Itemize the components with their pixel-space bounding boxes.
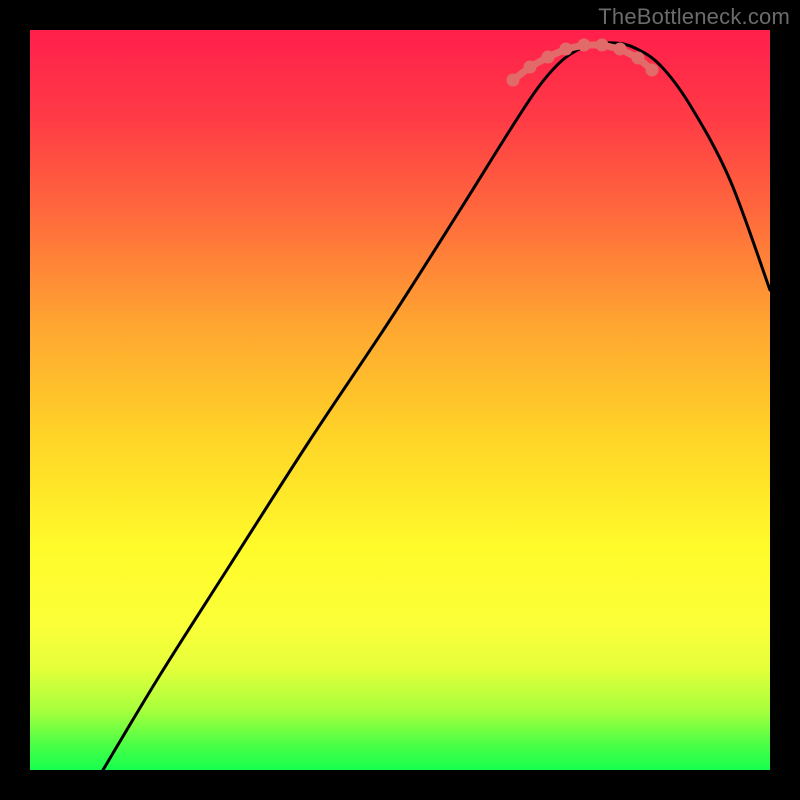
chart-frame: TheBottleneck.com — [0, 0, 800, 800]
bottleneck-curve — [103, 43, 770, 770]
curve-layer — [30, 30, 770, 770]
optimal-range-dot — [646, 64, 659, 77]
optimal-range-dot — [542, 51, 555, 64]
plot-area — [30, 30, 770, 770]
optimal-range-dot — [632, 52, 645, 65]
optimal-range-dot — [578, 39, 591, 52]
optimal-range-dot — [596, 39, 609, 52]
optimal-range-dot — [614, 43, 627, 56]
watermark-text: TheBottleneck.com — [598, 4, 790, 30]
optimal-range-dot — [560, 43, 573, 56]
optimal-range-dot — [524, 61, 537, 74]
optimal-range-dot — [507, 74, 520, 87]
optimal-range-markers — [507, 39, 659, 87]
